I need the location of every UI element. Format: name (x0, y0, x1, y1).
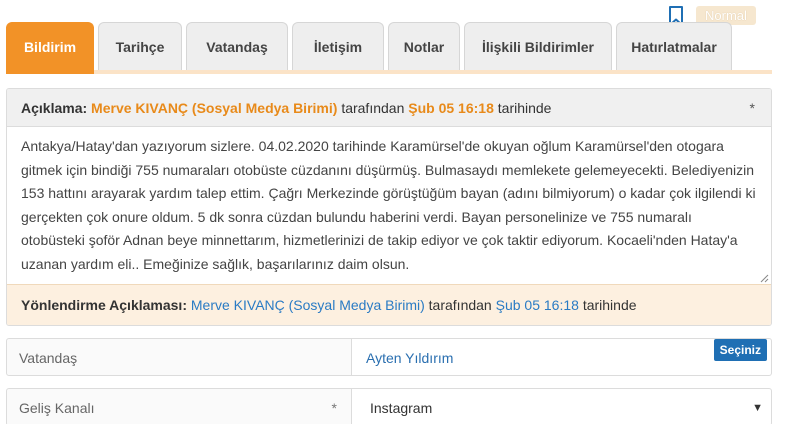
description-text: Antakya/Hatay'dan yazıyorum sizlere. 04.… (21, 138, 756, 272)
chevron-down-icon[interactable]: ▼ (752, 389, 763, 424)
description-author: Merve KIVANÇ (Sosyal Medya Birimi) (91, 100, 338, 116)
required-mark: * (749, 100, 755, 116)
description-textarea[interactable]: Antakya/Hatay'dan yazıyorum sizlere. 04.… (7, 127, 771, 284)
redirect-by: tarafından (428, 297, 492, 313)
redirect-author[interactable]: Merve KIVANÇ (Sosyal Medya Birimi) (191, 297, 425, 313)
description-header: Açıklama: Merve KIVANÇ (Sosyal Medya Bir… (7, 89, 771, 127)
citizen-label-text: Vatandaş (19, 350, 78, 366)
select-citizen-button[interactable]: Seçiniz (713, 339, 767, 361)
tab-iliskili-bildirimler[interactable]: İlişkili Bildirimler (464, 22, 612, 70)
tab-tarihce[interactable]: Tarihçe (98, 22, 182, 70)
tab-vatandas[interactable]: Vatandaş (186, 22, 288, 70)
description-date: Şub 05 16:18 (408, 100, 494, 116)
citizen-value[interactable]: Ayten Yıldırım (366, 350, 453, 366)
resize-handle-icon[interactable] (759, 273, 769, 283)
channel-select[interactable]: Instagram ▼ (351, 388, 772, 424)
redirect-note: Yönlendirme Açıklaması: Merve KIVANÇ (So… (7, 284, 771, 325)
tab-iletisim[interactable]: İletişim (292, 22, 384, 70)
tab-bildirim[interactable]: Bildirim (6, 22, 94, 70)
channel-label: Geliş Kanalı * (6, 388, 352, 424)
redirect-label: Yönlendirme Açıklaması: (21, 297, 187, 313)
citizen-row: Vatandaş Ayten Yıldırım Seçiniz (6, 338, 772, 376)
description-label: Açıklama: (21, 100, 88, 116)
channel-row: Geliş Kanalı * Instagram ▼ (6, 388, 772, 424)
description-suffix: tarihinde (497, 100, 552, 116)
tab-bar: Bildirim Tarihçe Vatandaş İletişim Notla… (6, 22, 772, 70)
redirect-date: Şub 05 16:18 (495, 297, 579, 313)
citizen-field[interactable]: Ayten Yıldırım Seçiniz (351, 338, 772, 376)
description-by: tarafından (341, 100, 405, 116)
required-mark: * (331, 400, 337, 416)
channel-value: Instagram (370, 400, 433, 416)
tab-notlar[interactable]: Notlar (388, 22, 460, 70)
description-panel: Açıklama: Merve KIVANÇ (Sosyal Medya Bir… (6, 88, 772, 326)
citizen-label: Vatandaş (6, 338, 352, 376)
redirect-suffix: tarihinde (582, 297, 637, 313)
tab-underline (6, 70, 772, 74)
tab-hatirlatmalar[interactable]: Hatırlatmalar (616, 22, 732, 70)
channel-label-text: Geliş Kanalı (19, 400, 95, 416)
